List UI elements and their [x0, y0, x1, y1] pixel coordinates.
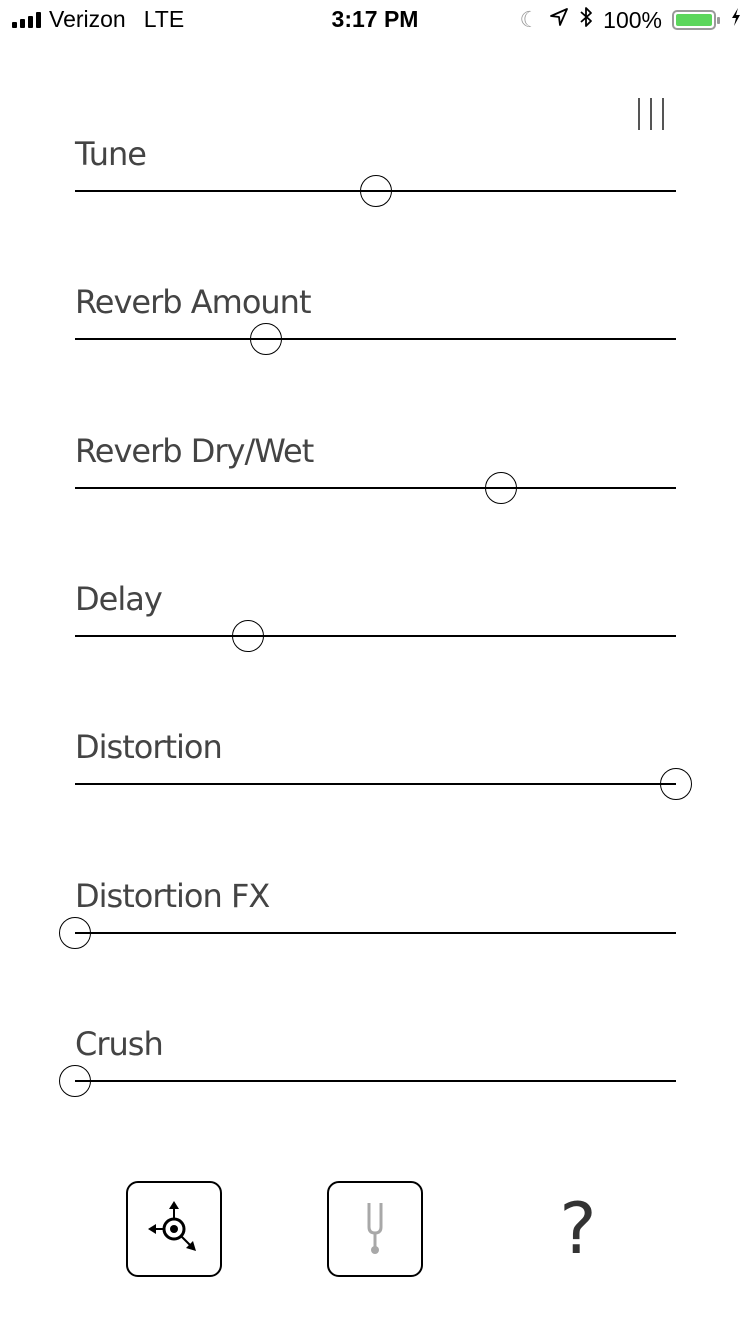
battery-tip — [717, 17, 720, 24]
slider-thumb-distortion-fx[interactable] — [59, 917, 91, 949]
slider-label-reverb-dry-wet: Reverb Dry/Wet — [75, 432, 314, 470]
slider-delay: Delay — [0, 580, 750, 670]
status-bar: Verizon LTE 3:17 PM ☾ 100% — [0, 0, 750, 40]
slider-crush: Crush — [0, 1025, 750, 1115]
bluetooth-icon — [579, 6, 593, 34]
help-button[interactable]: ? — [530, 1181, 626, 1277]
battery-fill — [676, 14, 712, 26]
slider-label-crush: Crush — [75, 1025, 164, 1063]
slider-track-reverb-dry-wet[interactable] — [75, 487, 676, 489]
menu-icon[interactable] — [638, 98, 668, 132]
location-icon — [549, 7, 569, 33]
slider-thumb-distortion[interactable] — [660, 768, 692, 800]
slider-thumb-reverb-dry-wet[interactable] — [485, 472, 518, 504]
slider-label-tune: Tune — [75, 135, 147, 173]
tuner-button[interactable] — [327, 1181, 423, 1277]
battery-icon — [672, 10, 720, 30]
moon-icon: ☾ — [519, 7, 540, 32]
slider-reverb-amount: Reverb Amount — [0, 283, 750, 373]
slider-label-reverb-amount: Reverb Amount — [75, 283, 311, 321]
slider-track-delay[interactable] — [75, 635, 676, 637]
slider-reverb-dry-wet: Reverb Dry/Wet — [0, 432, 750, 522]
slider-track-reverb-amount[interactable] — [75, 338, 676, 340]
slider-track-distortion-fx[interactable] — [75, 932, 676, 934]
slider-thumb-reverb-amount[interactable] — [250, 323, 283, 355]
slider-label-distortion: Distortion — [75, 728, 223, 766]
slider-distortion: Distortion — [0, 728, 750, 818]
xy-pad-button[interactable] — [126, 1181, 222, 1277]
slider-thumb-delay[interactable] — [232, 620, 265, 652]
slider-track-crush[interactable] — [75, 1080, 676, 1082]
slider-label-distortion-fx: Distortion FX — [75, 877, 270, 915]
battery-percent: 100% — [603, 6, 662, 33]
slider-distortion-fx: Distortion FX — [0, 877, 750, 967]
slider-label-delay: Delay — [75, 580, 163, 618]
xy-pad-icon — [144, 1197, 204, 1262]
slider-thumb-tune[interactable] — [359, 175, 392, 207]
status-right: ☾ 100% — [519, 6, 742, 34]
charging-icon — [730, 7, 742, 33]
slider-thumb-crush[interactable] — [59, 1065, 91, 1097]
slider-tune: Tune — [0, 135, 750, 225]
tuning-fork-icon — [355, 1197, 395, 1262]
slider-track-distortion[interactable] — [75, 783, 676, 785]
